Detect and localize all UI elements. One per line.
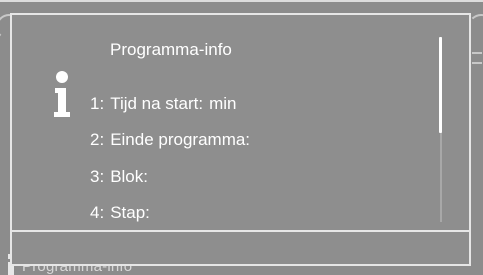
list-item-program-end[interactable]: 2: Einde programma:: [90, 128, 256, 152]
display-screen: Programma-info Programma-info 1: Tijd na…: [0, 0, 483, 275]
item-label: Tijd na start:: [110, 94, 204, 113]
item-number: 1:: [90, 94, 105, 113]
top-edge-line: [0, 0, 483, 2]
list-item-block[interactable]: 3: Blok:: [90, 165, 154, 189]
dialog-divider: [12, 230, 469, 232]
item-number: 2:: [90, 130, 105, 149]
item-value: min: [209, 94, 237, 113]
item-label: Blok:: [110, 167, 148, 186]
program-info-dialog: Programma-info 1: Tijd na start: min 2: …: [10, 13, 471, 266]
dialog-title: Programma-info: [110, 40, 232, 59]
info-icon: [54, 71, 70, 117]
item-number: 3:: [90, 167, 105, 186]
item-label: Stap:: [110, 203, 150, 222]
list-item-step[interactable]: 4: Stap:: [90, 201, 156, 225]
list-item-elapsed-time[interactable]: 1: Tijd na start: min: [90, 92, 237, 116]
menu-icon: [472, 52, 482, 64]
item-label: Einde programma:: [110, 130, 251, 149]
scrollbar-thumb[interactable]: [439, 37, 442, 133]
item-number: 4:: [90, 203, 105, 222]
